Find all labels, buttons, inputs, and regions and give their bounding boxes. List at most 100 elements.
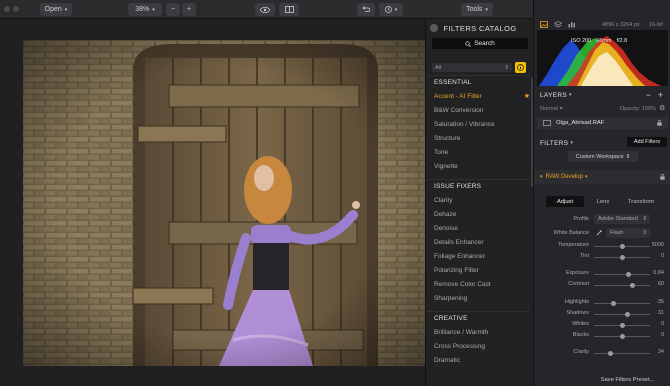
info-icon — [517, 64, 524, 71]
filter-item-details[interactable]: Details Enhancer — [426, 235, 530, 249]
slider-knob[interactable] — [629, 282, 635, 288]
chevron-down-icon: ▾ — [485, 6, 488, 13]
slider-knob[interactable] — [611, 300, 617, 306]
filter-item-label: Accent - AI Filter — [434, 92, 482, 100]
slider-value[interactable]: 60 — [658, 281, 664, 287]
compare-button[interactable] — [279, 3, 299, 16]
section-issue-fixers: ISSUE FIXERS — [426, 179, 530, 193]
filter-item-structure[interactable]: Structure — [426, 131, 530, 145]
filter-item-accent[interactable]: Accent - AI Filter ★ — [426, 89, 530, 103]
filter-item-vignette[interactable]: Vignette — [426, 159, 530, 173]
add-layer-button[interactable]: + — [658, 90, 663, 100]
raw-develop-header[interactable]: ▾ RAW Develop ▾ — [534, 170, 670, 184]
filter-item-denoise[interactable]: Denoise — [426, 221, 530, 235]
filter-item-sharpening[interactable]: Sharpening — [426, 291, 530, 305]
layers-icon[interactable] — [554, 21, 562, 28]
slider-value[interactable]: 0 — [661, 332, 664, 338]
lock-icon[interactable] — [657, 120, 662, 126]
catalog-search[interactable]: Search — [432, 38, 528, 49]
star-icon[interactable]: ★ — [524, 92, 530, 100]
slider-knob[interactable] — [619, 333, 625, 339]
filter-item-dramatic[interactable]: Dramatic — [426, 353, 530, 367]
slider-track[interactable] — [594, 353, 650, 354]
filter-item-tone[interactable]: Tone — [426, 145, 530, 159]
open-button[interactable]: Open ▾ — [40, 3, 72, 16]
filter-item-dehaze[interactable]: Dehaze — [426, 207, 530, 221]
filter-item-saturation[interactable]: Saturation / Vibrance — [426, 117, 530, 131]
image-canvas[interactable] — [0, 19, 425, 386]
undo-button[interactable] — [357, 3, 375, 16]
lock-icon[interactable] — [660, 174, 665, 180]
eyedropper-icon[interactable] — [596, 230, 602, 236]
histogram-icon[interactable] — [568, 21, 576, 28]
filter-item-cross-processing[interactable]: Cross Processing — [426, 339, 530, 353]
save-preset-button[interactable]: Save Filters Preset... — [584, 374, 670, 386]
slider-label: Clarity — [573, 349, 589, 355]
zoom-out-button[interactable]: − — [166, 3, 180, 16]
preview-button[interactable] — [255, 3, 275, 16]
zoom-in-button[interactable]: + — [182, 3, 196, 16]
chevron-updown-icon: ⇕ — [642, 230, 647, 236]
slider-row: Highlights -35 — [534, 299, 670, 308]
iso-value: ISO 200 — [571, 38, 592, 44]
history-button[interactable]: ▾ — [379, 3, 403, 16]
slider-knob[interactable] — [619, 254, 625, 260]
chevron-down-icon[interactable]: ▾ — [570, 140, 573, 146]
slider-value[interactable]: 34 — [658, 349, 664, 355]
white-balance-label: White Balance — [553, 230, 589, 236]
slider-value[interactable]: -35 — [656, 299, 664, 305]
slider-track[interactable] — [594, 274, 650, 275]
image-size: 4896 x 3264 px — [602, 22, 640, 28]
save-preset-label: Save Filters Preset... — [600, 377, 655, 383]
slider-value[interactable]: 31 — [658, 310, 664, 316]
add-filters-label: Add Filters — [633, 139, 661, 145]
filter-item-polarizing[interactable]: Polarizing Filter — [426, 263, 530, 277]
slider-knob[interactable] — [626, 271, 632, 277]
tab-lens[interactable]: Lens — [584, 196, 622, 207]
white-balance-select[interactable]: Flash ⇕ — [606, 228, 650, 238]
info-button[interactable] — [515, 62, 526, 73]
slider-knob[interactable] — [625, 311, 631, 317]
eye-icon — [260, 6, 270, 13]
chevron-down-icon[interactable]: ▾ — [569, 92, 572, 98]
tools-dropdown[interactable]: Tools ▾ — [461, 3, 493, 16]
minimize-window-button[interactable] — [13, 6, 19, 12]
zoom-dropdown[interactable]: 38% ▾ — [128, 3, 162, 16]
catalog-filter-select[interactable]: All ⇕ — [432, 63, 512, 72]
remove-layer-button[interactable]: − — [646, 90, 651, 100]
close-window-button[interactable] — [4, 6, 10, 12]
tab-transform[interactable]: Transform — [622, 196, 660, 207]
slider-track[interactable] — [594, 285, 650, 286]
filter-item-bw[interactable]: B&W Conversion — [426, 103, 530, 117]
layer-row[interactable]: Olga_Abrisad.RAF — [537, 117, 668, 129]
slider-row: Clarity 34 — [534, 349, 670, 358]
blend-mode-select[interactable]: Normal ▾ — [540, 106, 590, 112]
add-filters-button[interactable]: Add Filters — [627, 137, 667, 147]
photo-image — [23, 40, 425, 366]
opacity-control[interactable]: Opacity: 100% — [620, 106, 656, 112]
filter-item-clarity[interactable]: Clarity — [426, 193, 530, 207]
slider-value[interactable]: 0 — [661, 321, 664, 327]
slider-knob[interactable] — [608, 350, 614, 356]
compare-icon — [284, 6, 294, 13]
slider-knob[interactable] — [619, 322, 625, 328]
slider-track[interactable] — [594, 303, 650, 304]
gear-icon[interactable]: ⚙ — [659, 104, 665, 112]
filter-item-color-cast[interactable]: Remove Color Cast — [426, 277, 530, 291]
layers-header: LAYERS ▾ − + — [540, 90, 665, 100]
chevron-down-icon: ▾ — [64, 6, 68, 13]
profile-select[interactable]: Adobe Standard ⇕ — [594, 214, 650, 224]
slider-value[interactable]: 0.84 — [653, 270, 664, 276]
workspace-select[interactable]: Custom Workspace ⇕ — [568, 151, 638, 162]
slider-track[interactable] — [594, 314, 650, 315]
filter-item-foliage[interactable]: Foliage Enhancer — [426, 249, 530, 263]
filter-item-brilliance[interactable]: Brilliance / Warmth — [426, 325, 530, 339]
slider-knob[interactable] — [619, 243, 625, 249]
zoom-value: 38% — [135, 6, 150, 13]
image-icon[interactable] — [540, 21, 548, 28]
slider-value[interactable]: 5000 — [652, 242, 664, 248]
slider-value[interactable]: 0 — [661, 253, 664, 259]
slider-row: Tint 0 — [534, 253, 670, 262]
tab-adjust[interactable]: Adjust — [546, 196, 584, 207]
photo-preview[interactable] — [23, 40, 425, 366]
